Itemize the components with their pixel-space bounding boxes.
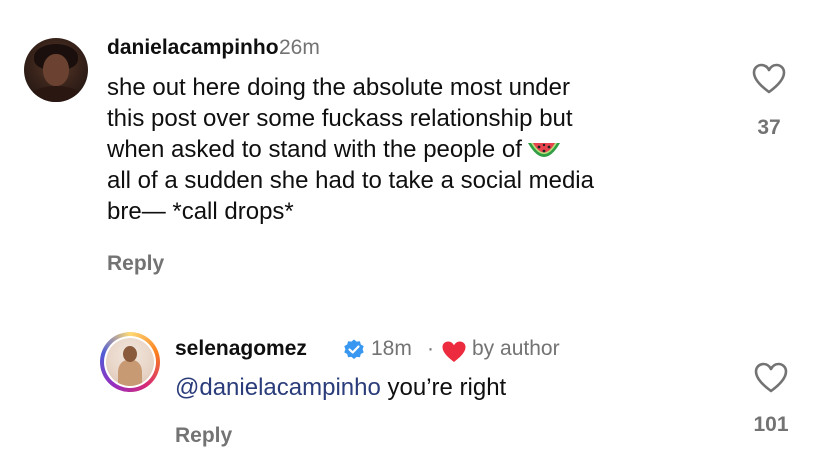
verified-badge-icon	[344, 339, 364, 359]
comment-line: she out here doing the absolute most und…	[107, 74, 570, 101]
comment-danielacampinho: danielacampinho 26m she out here doing t…	[0, 0, 827, 300]
comment-line: all of a sudden she had to take a social…	[107, 167, 594, 194]
comment-time: 26m	[279, 36, 320, 59]
mention-link[interactable]: @danielacampinho	[175, 374, 381, 401]
comment-text-rest: you’re right	[380, 374, 507, 401]
heart-outline-icon[interactable]	[754, 362, 788, 394]
heart-outline-icon[interactable]	[752, 63, 786, 95]
comment-username[interactable]: selenagomez	[175, 337, 307, 361]
watermelon-icon	[527, 142, 560, 157]
like-count: 101	[753, 413, 789, 436]
reply-button[interactable]: Reply	[107, 252, 164, 276]
comment-line: this post over some fuckass relationship…	[107, 105, 573, 132]
meta-separator: ·	[427, 337, 434, 360]
comment-line: bre— *call drops*	[107, 198, 294, 225]
comment-text: @danielacampinho you’re right	[175, 372, 715, 403]
author-badge: by author	[472, 337, 560, 360]
avatar[interactable]	[24, 38, 88, 102]
reply-button[interactable]: Reply	[175, 424, 232, 448]
author-liked-heart-icon	[442, 341, 466, 362]
avatar[interactable]	[104, 336, 156, 388]
like-count: 37	[757, 116, 781, 139]
comment-username[interactable]: danielacampinho	[107, 36, 279, 60]
comment-time: 18m	[371, 337, 412, 360]
comment-text: she out here doing the absolute most und…	[107, 72, 727, 227]
comment-selenagomez: selenagomez 18m · by author @danielacamp…	[0, 300, 827, 472]
comment-line: when asked to stand with the people of	[107, 134, 727, 165]
